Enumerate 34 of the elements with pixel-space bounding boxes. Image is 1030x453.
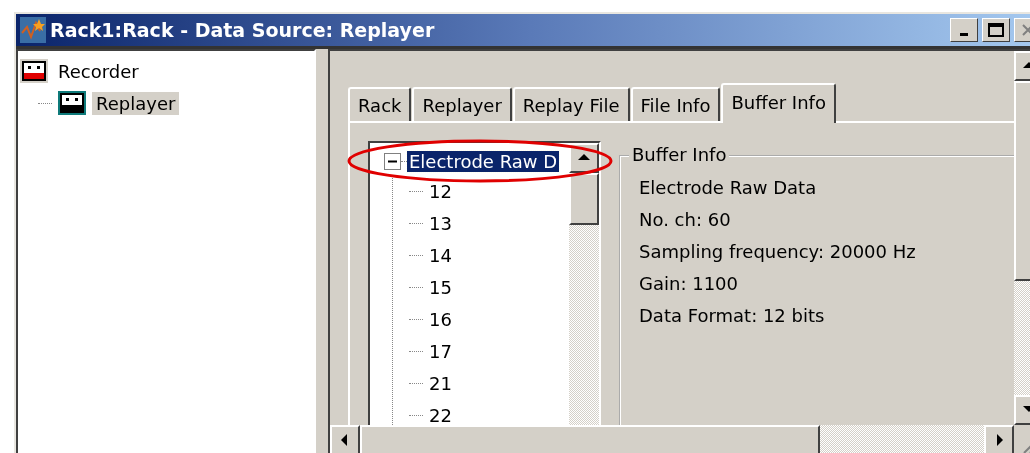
cassette-icon xyxy=(20,59,48,83)
tree-item[interactable]: Electrode Raw D xyxy=(407,150,560,172)
tab[interactable]: Replay File xyxy=(512,87,630,121)
tree-item[interactable]: 22 xyxy=(429,404,452,425)
cassette-icon xyxy=(58,91,86,115)
scroll-right-button[interactable] xyxy=(984,425,1014,453)
tab[interactable]: Replayer xyxy=(412,87,512,121)
tab[interactable]: File Info xyxy=(630,87,721,121)
collapse-icon[interactable] xyxy=(384,152,401,170)
tree-item[interactable]: 14 xyxy=(429,244,452,266)
tree-item[interactable]: Replayer xyxy=(92,91,180,115)
tab[interactable]: Rack xyxy=(348,87,412,121)
app-icon xyxy=(20,17,46,43)
maximize-button[interactable] xyxy=(982,18,1010,42)
minimize-button[interactable] xyxy=(950,18,978,42)
tree-item[interactable]: 21 xyxy=(429,372,452,394)
scroll-thumb[interactable] xyxy=(569,173,599,225)
tree-item[interactable]: Recorder xyxy=(54,59,143,83)
tab[interactable]: Buffer Info xyxy=(721,83,836,123)
tree-item[interactable]: 13 xyxy=(429,212,452,234)
minimize-icon xyxy=(960,33,968,36)
scroll-thumb[interactable] xyxy=(360,425,820,453)
tree-item[interactable]: 16 xyxy=(429,308,452,330)
scroll-left-button[interactable] xyxy=(330,425,360,453)
info-text: Data Format: 12 bits xyxy=(639,303,826,328)
tree-item[interactable]: 15 xyxy=(429,276,452,298)
info-text: Sampling frequency: 20000 Hz xyxy=(639,239,917,264)
maximize-icon xyxy=(988,23,1004,37)
info-text: Gain: 1100 xyxy=(639,271,739,296)
tree-item[interactable]: 17 xyxy=(429,340,452,362)
tree-item[interactable]: 12 xyxy=(429,180,452,202)
window-title: Rack1:Rack - Data Source: Replayer xyxy=(50,19,436,41)
info-text: Electrode Raw Data xyxy=(639,175,818,200)
info-text: No. ch: 60 xyxy=(639,207,732,232)
